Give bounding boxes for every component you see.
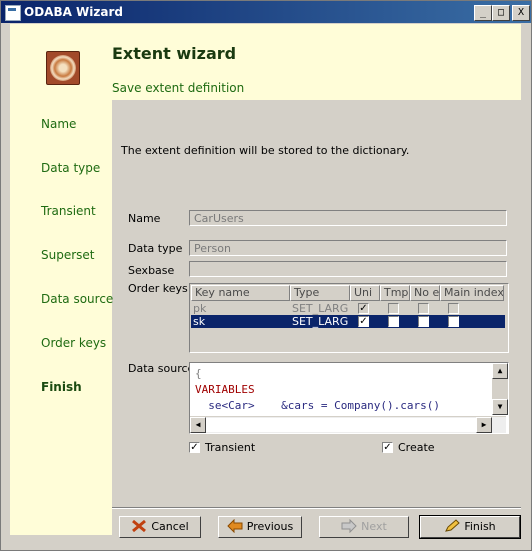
step-data-type[interactable]: Data type <box>41 161 100 175</box>
previous-label: Previous <box>246 520 294 533</box>
datasource-label: Data source <box>128 362 195 375</box>
tmp-checkbox[interactable] <box>388 303 399 314</box>
wizard-header: Extent wizard Save extent definition <box>112 24 521 100</box>
tmp-checkbox[interactable] <box>388 316 399 327</box>
app-icon <box>5 5 21 21</box>
row-type: SET_LARG <box>292 302 349 315</box>
cancel-button[interactable]: Cancel <box>119 516 201 538</box>
col-type[interactable]: Type <box>290 285 350 301</box>
arrow-right-icon <box>341 518 357 534</box>
step-name[interactable]: Name <box>41 117 76 131</box>
step-superset[interactable]: Superset <box>41 248 95 262</box>
finish-label: Finish <box>464 520 496 533</box>
vertical-scrollbar[interactable]: ▲ ▼ <box>492 363 508 415</box>
scroll-thumb[interactable] <box>206 418 476 432</box>
col-main-index[interactable]: Main index <box>440 285 504 301</box>
main-index-checkbox[interactable] <box>448 316 459 327</box>
finish-button[interactable]: Finish <box>419 515 521 539</box>
page-subtitle: Save extent definition <box>112 81 245 95</box>
steps-panel: Name Data type Transient Superset Data s… <box>10 24 113 535</box>
close-button[interactable]: X <box>512 5 530 21</box>
orderkeys-label: Order keys <box>128 282 188 295</box>
transient-checkbox[interactable]: ✓ <box>189 442 200 453</box>
window-title: ODABA Wizard <box>24 5 123 19</box>
scroll-down-icon[interactable]: ▼ <box>492 399 508 415</box>
cancel-icon <box>131 519 147 533</box>
code-line: se<Car> &cars = Company().cars() <box>195 399 441 412</box>
code-line: { <box>195 367 202 380</box>
uni-checkbox[interactable]: ✓ <box>358 316 369 327</box>
step-order-keys[interactable]: Order keys <box>41 336 106 350</box>
col-noe[interactable]: No e <box>410 285 440 301</box>
row-type: SET_LARG <box>292 315 349 328</box>
row-key: pk <box>193 302 207 315</box>
orderkeys-table: Key name Type Uni Tmp No e Main index pk… <box>189 283 509 353</box>
create-checkbox[interactable]: ✓ <box>382 442 393 453</box>
noe-checkbox[interactable] <box>418 303 429 314</box>
scroll-left-icon[interactable]: ◀ <box>190 417 206 433</box>
main-index-checkbox[interactable] <box>448 303 459 314</box>
previous-button[interactable]: Previous <box>218 516 302 538</box>
next-button[interactable]: Next <box>319 516 409 538</box>
name-field[interactable]: CarUsers <box>189 210 507 226</box>
next-label: Next <box>361 520 387 533</box>
arrow-left-icon <box>227 518 243 534</box>
step-transient[interactable]: Transient <box>41 204 96 218</box>
datatype-label: Data type <box>128 242 183 255</box>
col-tmp[interactable]: Tmp <box>380 285 410 301</box>
datasource-editor[interactable]: { VARIABLES se<Car> &cars = Company().ca… <box>189 362 509 434</box>
sexbase-field[interactable] <box>189 261 507 277</box>
table-row[interactable]: sk SET_LARG ✓ <box>191 315 505 328</box>
divider <box>112 507 521 509</box>
col-key-name[interactable]: Key name <box>191 285 290 301</box>
table-row[interactable]: pk SET_LARG ✓ <box>191 302 505 315</box>
code-line: VARIABLES <box>195 383 255 396</box>
step-data-source[interactable]: Data source <box>41 292 113 306</box>
uni-checkbox[interactable]: ✓ <box>358 303 369 314</box>
scroll-right-icon[interactable]: ▶ <box>476 417 492 433</box>
create-label: Create <box>398 441 435 454</box>
cancel-label: Cancel <box>151 520 189 533</box>
transient-label: Transient <box>205 441 256 454</box>
sexbase-label: Sexbase <box>128 264 175 277</box>
noe-checkbox[interactable] <box>418 316 429 327</box>
odaba-logo-icon <box>46 51 80 85</box>
horizontal-scrollbar[interactable]: ◀ ▶ <box>190 416 506 433</box>
wizard-window: ODABA Wizard _ □ X Name Data type Transi… <box>0 0 532 551</box>
finish-pen-icon <box>444 519 461 533</box>
step-finish[interactable]: Finish <box>41 380 82 394</box>
maximize-button[interactable]: □ <box>492 5 510 21</box>
page-title: Extent wizard <box>112 44 237 63</box>
datatype-field[interactable]: Person <box>189 240 507 256</box>
description-text: The extent definition will be stored to … <box>121 144 410 157</box>
title-bar: ODABA Wizard _ □ X <box>1 1 531 23</box>
scroll-up-icon[interactable]: ▲ <box>492 363 508 379</box>
col-uni[interactable]: Uni <box>350 285 380 301</box>
name-label: Name <box>128 212 161 225</box>
row-key: sk <box>193 315 206 328</box>
minimize-button[interactable]: _ <box>474 5 492 21</box>
